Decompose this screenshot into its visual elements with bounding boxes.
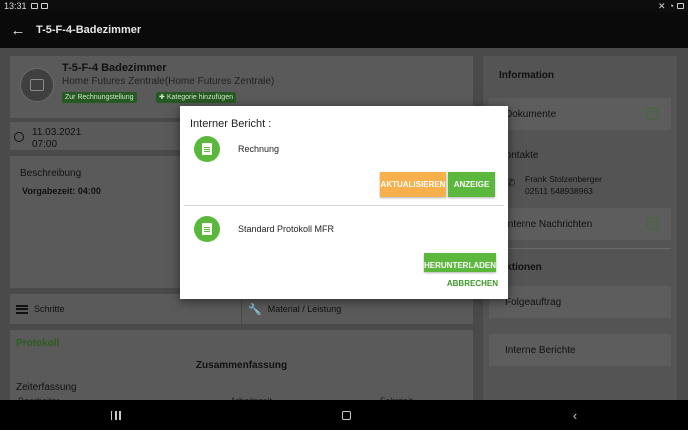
wifi-icon: ◔ <box>668 1 674 11</box>
notification-icons <box>30 3 48 9</box>
description-label: Beschreibung <box>20 168 82 179</box>
order-time: 07:00 <box>32 139 58 150</box>
image-notification-icon <box>30 3 38 9</box>
internal-messages-item[interactable]: Interne Nachrichten 0 <box>489 208 671 240</box>
contact-name: Frank Stolzenberger <box>525 174 603 184</box>
app-bar-title: T-5-F-4-Badezimmer <box>36 24 142 36</box>
document-label-invoice: Rechnung <box>238 144 280 154</box>
internal-report-dialog: Interner Bericht : Rechnung AKTUALISIERE… <box>180 106 508 299</box>
order-subtitle: Home Futures Zentrale(Home Futures Zentr… <box>62 76 275 87</box>
app-bar: ← T-5-F-4-Badezimmer <box>0 12 688 48</box>
internal-messages-label: Interne Nachrichten <box>505 218 593 230</box>
cancel-button[interactable]: ABBRECHEN <box>447 279 498 288</box>
status-bar: 13:31 ✕ ◔ <box>0 0 688 12</box>
contact-phone[interactable]: 02511 548938963 <box>525 186 593 196</box>
order-image-placeholder[interactable] <box>20 68 54 102</box>
mute-icon: ✕ <box>658 0 666 11</box>
phone-icon: ✆ <box>507 178 516 189</box>
preset-time: Vorgabezeit: 04:00 <box>22 186 101 196</box>
nav-back-icon[interactable]: ‹ <box>573 408 577 423</box>
view-button[interactable]: ANZEIGE <box>448 172 495 197</box>
tab-steps-label: Schritte <box>34 304 65 314</box>
protocol-card: Protokoll Zusammenfassung Zeiterfassung … <box>10 330 473 406</box>
dialog-divider <box>184 205 504 206</box>
documents-label: Dokumente <box>505 108 557 120</box>
sidebar: Information Dokumente 0 Kontakte ✆ Frank… <box>483 56 677 400</box>
dialog-title: Interner Bericht : <box>190 118 272 130</box>
document-row-invoice: Rechnung <box>194 136 279 162</box>
download-button[interactable]: HERUNTERLADEN <box>424 253 496 272</box>
document-icon <box>194 216 220 242</box>
document-row-protocol: Standard Protokoll MFR <box>194 216 334 242</box>
order-title: T-5-F-4 Badezimmer <box>62 62 167 74</box>
internal-reports-label: Interne Berichte <box>505 344 576 356</box>
information-heading: Information <box>499 70 554 81</box>
add-category-tag[interactable]: ✚ Kategorie hinzufügen <box>156 92 236 103</box>
update-button[interactable]: AKTUALISIEREN <box>380 172 446 197</box>
status-time: 13:31 <box>4 1 27 11</box>
wrench-icon: 🔧 <box>248 303 262 316</box>
add-category-label: Kategorie hinzufügen <box>166 94 233 101</box>
gallery-notification-icon <box>40 3 48 9</box>
summary-title: Zusammenfassung <box>195 360 288 371</box>
documents-count: 0 <box>646 107 659 120</box>
order-date: 11.03.2021 <box>32 127 82 138</box>
document-label-protocol: Standard Protokoll MFR <box>238 224 335 234</box>
battery-icon <box>677 3 684 9</box>
sidebar-divider <box>491 248 671 249</box>
billing-tag[interactable]: Zur Rechnungstellung <box>62 92 137 103</box>
internal-reports-item[interactable]: Interne Berichte <box>489 334 671 366</box>
status-right-icons: ✕ ◔ <box>658 1 684 12</box>
follow-up-order-item[interactable]: Folgeauftrag <box>489 286 671 318</box>
documents-item[interactable]: Dokumente 0 <box>489 98 671 130</box>
image-icon <box>30 79 44 91</box>
document-icon <box>194 136 220 162</box>
recent-apps-icon[interactable] <box>110 410 121 420</box>
clock-icon <box>14 132 24 142</box>
back-arrow-icon[interactable]: ← <box>0 12 36 48</box>
tab-material-label: Material / Leistung <box>267 304 342 314</box>
home-icon[interactable] <box>342 410 352 420</box>
protocol-title: Protokoll <box>16 338 60 349</box>
internal-messages-count: 0 <box>646 217 659 230</box>
follow-up-order-label: Folgeauftrag <box>505 296 562 308</box>
time-tracking-label: Zeiterfassung <box>16 382 77 393</box>
system-nav-bar: ‹ <box>0 400 688 430</box>
list-icon <box>16 304 28 314</box>
